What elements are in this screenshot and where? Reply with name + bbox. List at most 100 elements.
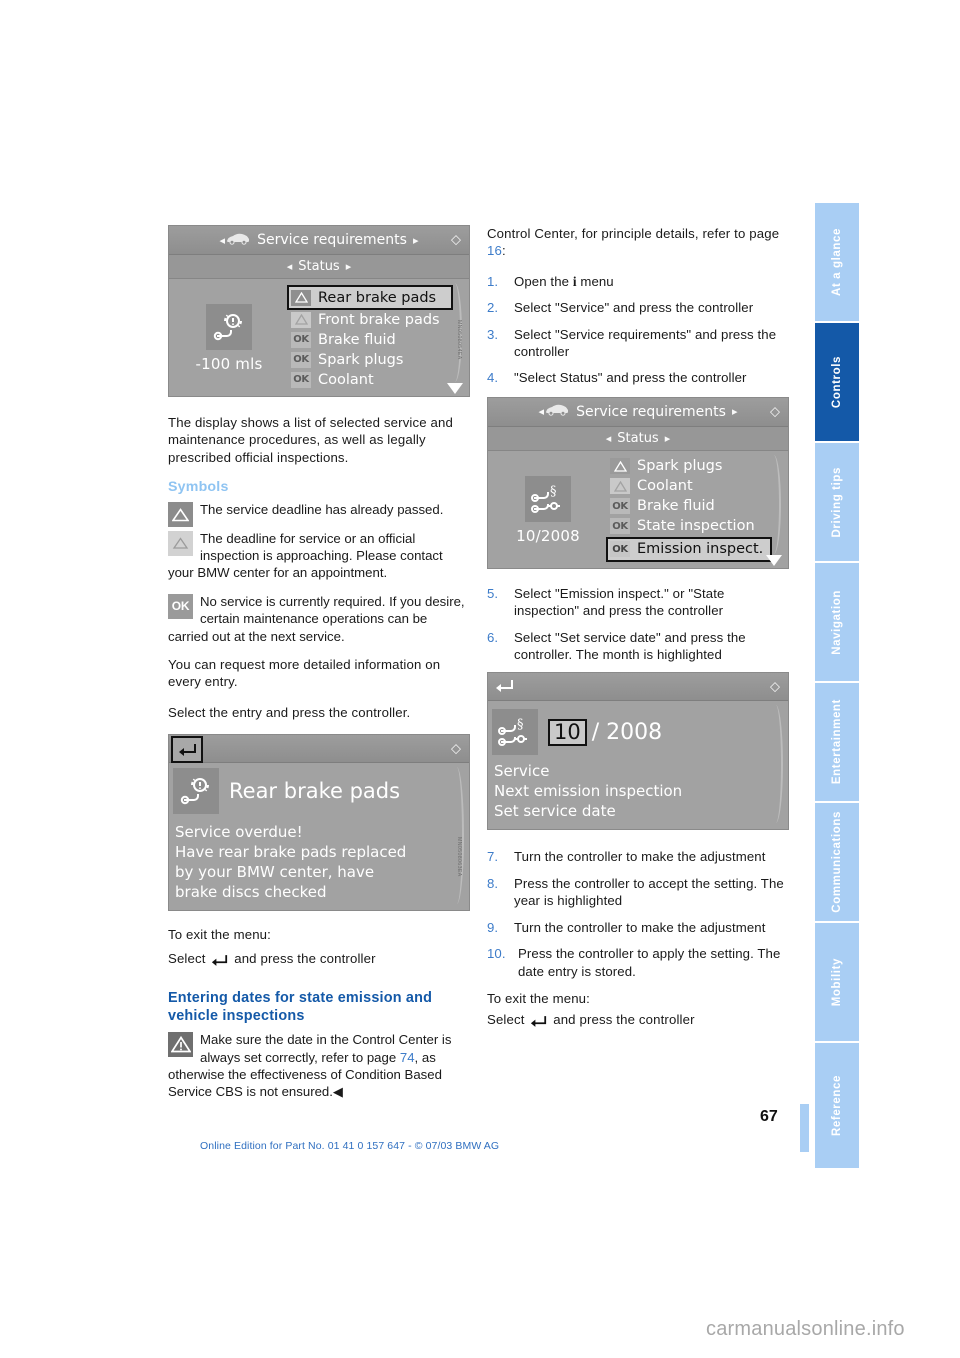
figure-service-detail: ◇ Rear brake pads Service overdue! Have … [168,734,470,912]
tab-entertainment[interactable]: Entertainment [815,683,859,801]
warning-triangle-light-icon [291,311,311,328]
step-text-after: menu [576,273,614,289]
scrollbar[interactable] [766,454,782,566]
left-arrow-icon: ◂ [219,233,226,247]
symbol-row-approaching: The deadline for service or an official … [168,530,468,582]
back-icon[interactable] [490,674,518,697]
year-field[interactable]: / 2008 [592,720,662,745]
left-column: ◂ Service requirements ▸ ◇ ◂ Status ▸ -1… [168,225,470,1112]
exit-menu-label: To exit the menu: [487,990,590,1006]
step-text-before: Open the [514,273,573,289]
screen-body: § 10 / 2008 Service Next emission inspec… [488,701,788,830]
exit-menu-label: To exit the menu: [168,927,271,943]
intro-text-part2: : [501,243,506,259]
ok-badge-icon: OK [168,593,193,619]
info-icon[interactable]: ◇ [451,233,461,248]
more-info-paragraph: You can request more detailed informatio… [168,657,441,690]
symbol-text: No service is currently required. If you… [168,593,465,644]
scrollbar[interactable] [769,705,783,824]
month-field[interactable]: 10 [548,718,587,746]
inspection-icon: § [492,709,538,756]
inspection-icon: § [525,475,571,522]
figure-service-requirements-status-2: ◂ Service requirements ▸ ◇ ◂ Status ▸ § … [487,396,789,569]
screen-status-panel: § 10/2008 [488,457,608,562]
list-item[interactable]: Coolant [608,477,772,496]
page-number: 67 [760,1108,778,1125]
warning-triangle-light-icon [610,478,630,495]
tab-mobility[interactable]: Mobility [815,923,859,1041]
tab-label: Communications [831,811,843,913]
step-item: 4. "Select Status" and press the control… [487,369,787,386]
list-item[interactable]: OK Brake fluid [289,330,453,349]
car-icon [544,403,570,420]
detail-line: Service overdue! [175,823,303,842]
ok-badge-icon: OK [610,518,630,535]
step-number: 3. [487,326,499,342]
screen-header: ◇ [488,673,788,702]
step-number: 9. [487,919,499,935]
list-item[interactable]: OK Emission inspect. [606,536,772,562]
step-text: Press the controller to accept the setti… [514,875,784,909]
info-icon[interactable]: ◇ [770,679,780,694]
step-item: 10. Press the controller to apply the se… [487,945,787,980]
list-item[interactable]: Spark plugs [608,457,772,476]
exit-menu-instruction: Select and press the controller [168,950,468,967]
warning-triangle-icon [168,502,193,528]
scroll-down-arrow-icon[interactable] [766,554,782,566]
list-item[interactable]: OK Coolant [289,370,453,389]
figure-set-service-date: ◇ § 10 / 2008 Service Next emission insp… [487,672,789,831]
tab-navigation[interactable]: Navigation [815,563,859,681]
left-arrow-icon: ◂ [286,260,293,273]
tab-label: Controls [831,355,843,409]
scrollbar[interactable] [450,767,464,905]
step-number: 7. [487,849,499,865]
steps-list-b: 5. Select "Emission inspect." or "State … [487,585,787,664]
tab-label: Navigation [831,589,843,655]
step-text: Select "Set service date" and press the … [514,629,746,663]
info-icon[interactable]: ◇ [451,741,461,756]
tab-at-a-glance[interactable]: At a glance [815,203,859,321]
warning-triangle-icon [610,458,630,475]
screen-subtitle: Status [617,430,659,446]
info-icon[interactable]: ◇ [770,404,780,419]
edition-line: Online Edition for Part No. 01 41 0 157 … [200,1140,500,1152]
back-icon[interactable] [171,736,203,764]
page-reference[interactable]: 74 [400,1050,415,1065]
brake-pad-icon [206,304,252,350]
warning-triangle-icon [291,289,311,306]
screen-status-panel: -100 mls [169,285,289,390]
list-item[interactable]: Rear brake pads [287,285,453,310]
screen-header: ◂ Service requirements ▸ ◇ [488,397,788,427]
tab-reference[interactable]: Reference [815,1043,859,1168]
right-arrow-icon: ▸ [345,260,352,273]
step-text: Select "Service" and press the controlle… [514,300,754,316]
detail-line: brake discs checked [175,883,327,902]
date-entry-row: § 10 / 2008 [488,701,788,759]
list-item[interactable]: OK Spark plugs [289,350,453,369]
right-arrow-icon: ▸ [412,233,419,247]
page-reference[interactable]: 16 [487,243,502,258]
figure-code: MN0508063EA [456,837,462,877]
tab-communications[interactable]: Communications [815,803,859,921]
list-item-label: Brake fluid [318,331,396,348]
step-item: 2. Select "Service" and press the contro… [487,299,787,316]
tab-controls[interactable]: Controls [815,323,859,441]
screen-subtitle: Status [298,259,340,274]
section-tab-rail: At a glance Controls Driving tips Naviga… [815,203,859,1168]
list-item[interactable]: Front brake pads [289,310,453,329]
step-number: 5. [487,585,499,601]
scroll-down-arrow-icon[interactable] [447,383,463,394]
step-item: 6. Select "Set service date" and press t… [487,629,787,664]
screen-header: ◇ [169,735,469,764]
tab-label: At a glance [831,228,843,296]
list-item[interactable]: OK Brake fluid [608,497,772,516]
ok-badge-icon: OK [610,498,630,515]
svg-text:§: § [550,484,557,499]
list-item-label: Spark plugs [318,351,404,368]
figure-code: MN0508054EA [456,320,462,360]
tab-label: Entertainment [831,699,843,785]
steps-list-c: 7. Turn the controller to make the adjus… [487,848,787,979]
list-item[interactable]: OK State inspection [608,517,772,536]
symbol-row-ok: OK No service is currently required. If … [168,593,468,645]
tab-driving-tips[interactable]: Driving tips [815,443,859,561]
